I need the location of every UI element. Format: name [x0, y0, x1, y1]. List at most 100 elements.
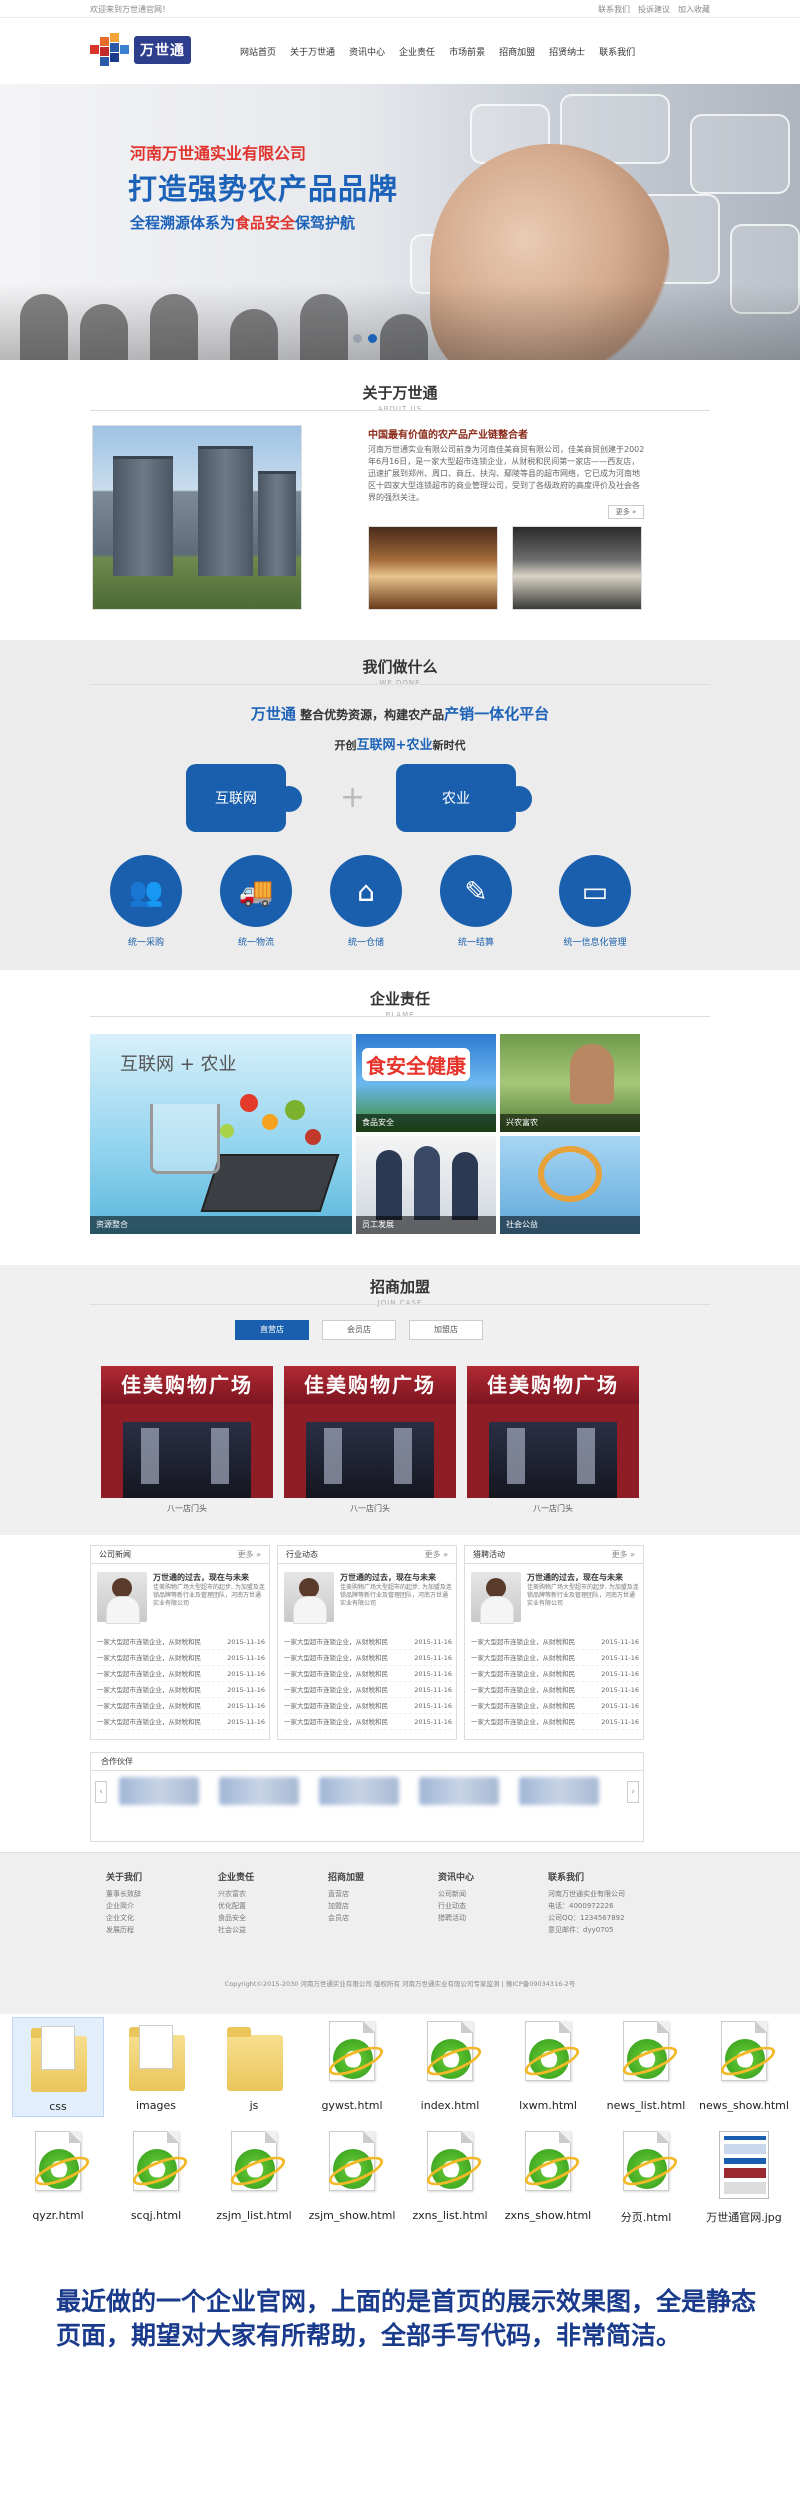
- top-link-favorite[interactable]: 加入收藏: [678, 4, 710, 15]
- more-link[interactable]: 更多 »: [425, 1546, 448, 1564]
- prev-arrow-icon[interactable]: ‹: [95, 1781, 107, 1803]
- section-title: 招商加盟: [369, 1278, 430, 1296]
- list-item[interactable]: 一家大型超市连锁企业，从财税和民 2015-11-16: [284, 1634, 452, 1650]
- partners-panel: 合作伙伴 ‹ ›: [90, 1752, 644, 1842]
- duty-rural-prosperity[interactable]: 兴农富农: [500, 1034, 640, 1132]
- logo-mosaic-icon: [90, 33, 129, 67]
- partner-logo[interactable]: [219, 1777, 299, 1805]
- top-link-complaint[interactable]: 投诉建议: [638, 4, 670, 15]
- service-storage[interactable]: ⌂ 统一仓储: [330, 855, 402, 948]
- footer-link[interactable]: 发展历程: [106, 1924, 142, 1936]
- footer-link[interactable]: 企业简介: [106, 1900, 142, 1912]
- file-item-html[interactable]: e zsjm_list.html: [208, 2127, 300, 2227]
- partner-logo[interactable]: [519, 1777, 599, 1805]
- tab-member-store[interactable]: 会员店: [322, 1320, 396, 1340]
- file-item-html[interactable]: e lxwm.html: [502, 2017, 594, 2117]
- list-item[interactable]: 一家大型超市连锁企业，从财税和民 2015-11-16: [97, 1714, 265, 1730]
- file-item-images[interactable]: images: [110, 2017, 202, 2117]
- more-link[interactable]: 更多 »: [612, 1546, 635, 1564]
- service-purchase[interactable]: 👥 统一采购: [110, 855, 182, 948]
- news-headline[interactable]: 万世通的过去，现在与未来: [527, 1572, 623, 1583]
- top-bar: 欢迎来到万世通官网！ 联系我们 投诉建议 加入收藏: [0, 0, 800, 18]
- nav-join[interactable]: 招商加盟: [499, 45, 535, 58]
- logo[interactable]: 万世通: [90, 32, 200, 68]
- store-image[interactable]: 佳美购物广场: [101, 1366, 273, 1498]
- list-item[interactable]: 一家大型超市连锁企业，从财税和民 2015-11-16: [471, 1666, 639, 1682]
- welcome-text: 欢迎来到万世通官网！: [90, 5, 170, 14]
- duty-staff-development[interactable]: 员工发展: [356, 1136, 496, 1234]
- footer-link[interactable]: 社会公益: [218, 1924, 254, 1936]
- duty-public-welfare[interactable]: 社会公益: [500, 1136, 640, 1234]
- file-item-html[interactable]: e gywst.html: [306, 2017, 398, 2117]
- nav-contact[interactable]: 联系我们: [599, 45, 635, 58]
- file-item-css[interactable]: css: [12, 2017, 104, 2117]
- nav-home[interactable]: 网站首页: [240, 45, 276, 58]
- footer-link[interactable]: 食品安全: [218, 1912, 254, 1924]
- store-image[interactable]: 佳美购物广场: [467, 1366, 639, 1498]
- nav-duty[interactable]: 企业责任: [399, 45, 435, 58]
- top-link-contact[interactable]: 联系我们: [598, 4, 630, 15]
- banner-dot[interactable]: [353, 334, 362, 343]
- nav-market[interactable]: 市场前景: [449, 45, 485, 58]
- footer-link[interactable]: 猎聘活动: [438, 1912, 474, 1924]
- about-more-button[interactable]: 更多 »: [608, 505, 644, 519]
- footer-link[interactable]: 行业动态: [438, 1900, 474, 1912]
- file-item-html[interactable]: e qyzr.html: [12, 2127, 104, 2227]
- store-image[interactable]: 佳美购物广场: [284, 1366, 456, 1498]
- partner-logo[interactable]: [419, 1777, 499, 1805]
- partner-logo[interactable]: [119, 1777, 199, 1805]
- list-item[interactable]: 一家大型超市连锁企业，从财税和民 2015-11-16: [97, 1698, 265, 1714]
- tab-direct-store[interactable]: 直营店: [235, 1320, 309, 1340]
- list-item[interactable]: 一家大型超市连锁企业，从财税和民 2015-11-16: [97, 1666, 265, 1682]
- list-item[interactable]: 一家大型超市连锁企业，从财税和民 2015-11-16: [471, 1682, 639, 1698]
- list-item[interactable]: 一家大型超市连锁企业，从财税和民 2015-11-16: [471, 1650, 639, 1666]
- file-item-html[interactable]: e zxns_list.html: [404, 2127, 496, 2227]
- file-item-html[interactable]: e zsjm_show.html: [306, 2127, 398, 2227]
- list-item[interactable]: 一家大型超市连锁企业，从财税和民 2015-11-16: [284, 1666, 452, 1682]
- file-item-html[interactable]: e zxns_show.html: [502, 2127, 594, 2227]
- nav-jobs[interactable]: 招贤纳士: [549, 45, 585, 58]
- footer-link[interactable]: 优化配置: [218, 1900, 254, 1912]
- banner-company: 河南万世通实业有限公司: [130, 144, 307, 163]
- duty-food-safety[interactable]: 食安全健康 食品安全: [356, 1034, 496, 1132]
- list-item[interactable]: 一家大型超市连锁企业，从财税和民 2015-11-16: [471, 1698, 639, 1714]
- footer-link[interactable]: 会员店: [328, 1912, 364, 1924]
- news-headline[interactable]: 万世通的过去，现在与未来: [340, 1572, 436, 1583]
- list-item[interactable]: 一家大型超市连锁企业，从财税和民 2015-11-16: [284, 1650, 452, 1666]
- duty-resource-integration[interactable]: 互联网 + 农业 资源整合: [90, 1034, 352, 1234]
- list-item[interactable]: 一家大型超市连锁企业，从财税和民 2015-11-16: [97, 1682, 265, 1698]
- list-item[interactable]: 一家大型超市连锁企业，从财税和民 2015-11-16: [284, 1714, 452, 1730]
- file-item-html[interactable]: e index.html: [404, 2017, 496, 2117]
- file-item-html[interactable]: e scqj.html: [110, 2127, 202, 2227]
- file-item-html[interactable]: e news_show.html: [698, 2017, 790, 2117]
- nav-news[interactable]: 资讯中心: [349, 45, 385, 58]
- list-item[interactable]: 一家大型超市连锁企业，从财税和民 2015-11-16: [97, 1650, 265, 1666]
- more-link[interactable]: 更多 »: [238, 1546, 261, 1564]
- partner-logo[interactable]: [319, 1777, 399, 1805]
- footer-link[interactable]: 直营店: [328, 1888, 364, 1900]
- list-item[interactable]: 一家大型超市连锁企业，从财税和民 2015-11-16: [471, 1634, 639, 1650]
- store-caption: 八一店门头: [350, 1504, 390, 1513]
- file-item-js[interactable]: js: [208, 2017, 300, 2117]
- nav-about[interactable]: 关于万世通: [290, 45, 335, 58]
- footer-link[interactable]: 企业文化: [106, 1912, 142, 1924]
- tab-franchise-store[interactable]: 加盟店: [409, 1320, 483, 1340]
- file-item-html[interactable]: e news_list.html: [600, 2017, 692, 2117]
- news-headline[interactable]: 万世通的过去，现在与未来: [153, 1572, 249, 1583]
- footer-link[interactable]: 董事长致辞: [106, 1888, 142, 1900]
- list-item[interactable]: 一家大型超市连锁企业，从财税和民 2015-11-16: [471, 1714, 639, 1730]
- list-item[interactable]: 一家大型超市连锁企业，从财税和民 2015-11-16: [284, 1698, 452, 1714]
- footer-link[interactable]: 兴农富农: [218, 1888, 254, 1900]
- service-logistics[interactable]: 🚚 统一物流: [220, 855, 292, 948]
- file-item-jpg[interactable]: 万世通官网.jpg: [698, 2127, 790, 2227]
- main-nav: 网站首页 关于万世通 资讯中心 企业责任 市场前景 招商加盟 招贤纳士 联系我们: [240, 45, 635, 58]
- footer-link[interactable]: 公司新闻: [438, 1888, 474, 1900]
- banner-dot-active[interactable]: [368, 334, 377, 343]
- footer-link[interactable]: 加盟店: [328, 1900, 364, 1912]
- list-item[interactable]: 一家大型超市连锁企业，从财税和民 2015-11-16: [97, 1634, 265, 1650]
- list-item[interactable]: 一家大型超市连锁企业，从财税和民 2015-11-16: [284, 1682, 452, 1698]
- file-item-html[interactable]: e 分页.html: [600, 2127, 692, 2227]
- service-it[interactable]: ▭ 统一信息化管理: [550, 855, 640, 948]
- next-arrow-icon[interactable]: ›: [627, 1781, 639, 1803]
- service-settlement[interactable]: ✎ 统一结算: [440, 855, 512, 948]
